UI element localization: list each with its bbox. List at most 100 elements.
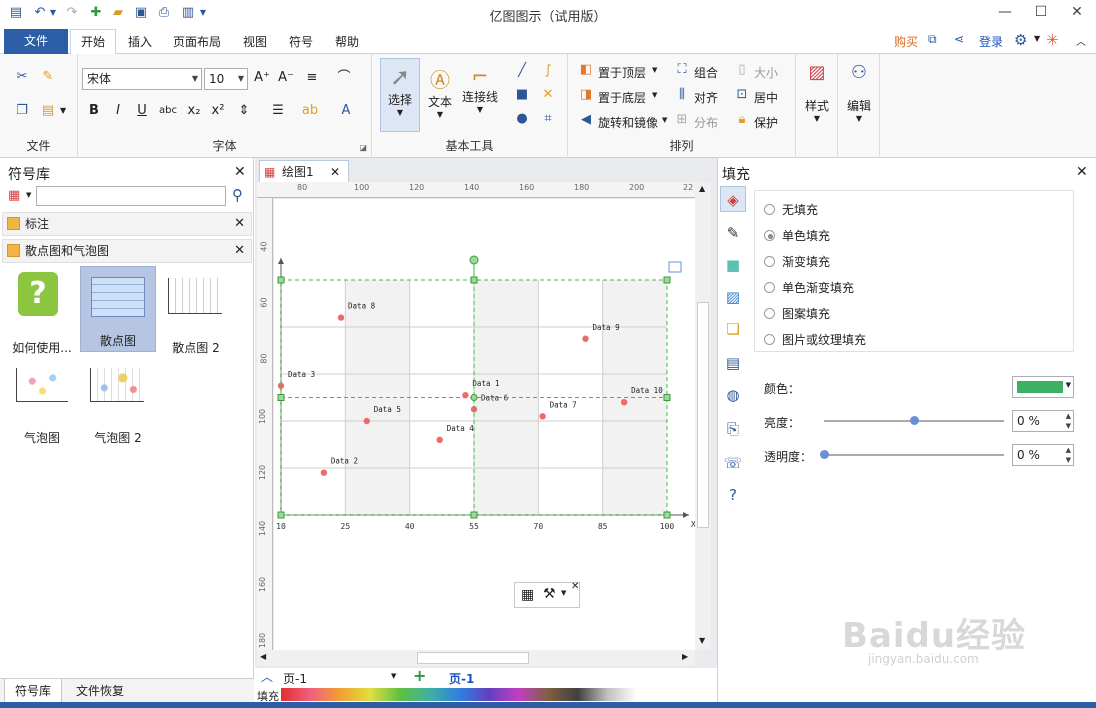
close-window-icon[interactable]: ✕ <box>1062 2 1092 22</box>
tab-file[interactable]: 文件 <box>4 29 68 54</box>
fill-tool-icon[interactable]: ◈ <box>720 186 746 212</box>
bold-icon[interactable]: B <box>84 102 104 122</box>
search-icon[interactable]: ⚲ <box>232 186 243 204</box>
list-icon[interactable]: ▤ <box>720 350 746 376</box>
transparency-spin-icon[interactable]: ▲ ▼ <box>1066 445 1071 465</box>
subscript-icon[interactable]: x₂ <box>184 102 204 122</box>
settings-dropdown-icon[interactable]: ▼ <box>1034 34 1040 43</box>
current-page-tab[interactable]: 页-1 <box>449 670 474 687</box>
page-collapse-icon[interactable]: ︿ <box>261 668 273 685</box>
select-tool-button[interactable]: ➚ 选择 ▼ <box>380 58 420 132</box>
decrease-font-icon[interactable]: A⁻ <box>276 69 296 89</box>
color-picker[interactable]: ▼ <box>1012 376 1074 398</box>
login-link[interactable]: 登录 <box>979 33 1003 50</box>
fill-option-none[interactable]: 无填充 <box>764 200 818 220</box>
comment-icon[interactable]: ☏ <box>720 450 746 476</box>
crop-tool-icon[interactable]: ⌗ <box>538 110 558 130</box>
distribute-button[interactable]: 分布 <box>694 114 718 131</box>
font-dialog-launcher-icon[interactable]: ◪ <box>359 143 367 152</box>
style-button[interactable]: ▨ 样式 ▼ <box>798 62 836 123</box>
underline-icon[interactable]: U <box>132 102 152 122</box>
font-name-select[interactable]: 宋体 ▼ <box>82 68 202 90</box>
brightness-knob[interactable] <box>910 416 919 425</box>
tab-insert[interactable]: 插入 <box>120 32 160 54</box>
share-icon[interactable]: ⋖ <box>954 32 964 46</box>
bring-front-button[interactable]: 置于顶层 <box>598 64 646 81</box>
symbol-scatter[interactable]: 散点图 <box>80 266 156 352</box>
tools-icon[interactable]: ⚒ <box>543 586 556 602</box>
settings-gear-icon[interactable]: ⚙ <box>1014 31 1027 49</box>
scatter-chart[interactable]: X 10 25 40 55 70 85 100 Data 1Data 2Data 3Data… <box>274 199 695 650</box>
vertical-scrollbar[interactable]: ▲ ▼ <box>695 182 711 650</box>
italic-icon[interactable]: I <box>108 102 128 122</box>
text-tool-button[interactable]: Ⓐ 文本 ▼ <box>422 58 458 132</box>
globe-icon[interactable]: ◍ <box>720 382 746 408</box>
horizontal-scrollbar[interactable]: ◀ ▶ <box>257 650 695 666</box>
tab-help[interactable]: 帮助 <box>328 32 366 54</box>
scroll-up-icon[interactable]: ▲ <box>699 184 705 193</box>
transparency-knob[interactable] <box>820 450 829 459</box>
superscript-icon[interactable]: x² <box>208 102 228 122</box>
close-category-icon[interactable]: ✕ <box>234 213 245 235</box>
library-search-input[interactable] <box>36 186 226 206</box>
page-select-dd-icon[interactable]: ▼ <box>391 672 396 680</box>
align-button[interactable]: 对齐 <box>694 89 718 106</box>
fill-option-texture[interactable]: 图片或纹理填充 <box>764 330 866 350</box>
fill-option-gradient[interactable]: 渐变填充 <box>764 252 830 272</box>
attachment-icon[interactable]: ⎘ <box>720 416 746 442</box>
increase-font-icon[interactable]: A⁺ <box>252 69 272 89</box>
vertical-scroll-thumb[interactable] <box>697 302 709 528</box>
symbol-how-to-use[interactable]: ? 如何使用... <box>4 268 80 355</box>
tab-symbol[interactable]: 符号 <box>282 32 320 54</box>
center-button[interactable]: 居中 <box>754 89 778 106</box>
color-swatches[interactable] <box>281 688 637 701</box>
connector-tool-button[interactable]: ⌐ 连接线 ▼ <box>458 58 502 132</box>
category-annotation[interactable]: 标注 ✕ <box>2 212 252 236</box>
close-category-icon[interactable]: ✕ <box>234 240 245 262</box>
symbol-bubble[interactable]: 气泡图 <box>4 360 80 446</box>
brightness-slider[interactable] <box>824 416 1004 425</box>
scroll-down-icon[interactable]: ▼ <box>699 636 705 645</box>
send-back-button[interactable]: 置于底层 <box>598 89 646 106</box>
tab-view[interactable]: 视图 <box>236 32 274 54</box>
category-scatter-bubble[interactable]: 散点图和气泡图 ✕ <box>2 239 252 263</box>
image-icon[interactable]: ▨ <box>720 284 746 310</box>
edit-button[interactable]: ⚇ 编辑 ▼ <box>840 62 878 123</box>
cut-icon[interactable]: ✂ <box>12 68 32 88</box>
close-toolbar-icon[interactable]: ✕ <box>571 581 579 592</box>
help-icon[interactable]: ? <box>720 482 746 508</box>
add-page-icon[interactable]: + <box>413 666 426 685</box>
point-tool-icon[interactable]: ✕ <box>538 86 558 106</box>
close-document-icon[interactable]: ✕ <box>330 161 340 183</box>
transparency-slider[interactable] <box>820 450 1004 459</box>
theme-icon[interactable]: ✳ <box>1046 31 1059 49</box>
tab-home[interactable]: 开始 <box>70 29 116 55</box>
brightness-spin-icon[interactable]: ▲ ▼ <box>1066 411 1071 431</box>
font-color-icon[interactable]: A <box>336 102 356 122</box>
scroll-right-icon[interactable]: ▶ <box>682 652 688 661</box>
symbol-bubble-2[interactable]: 气泡图 2 <box>80 360 156 446</box>
table-icon[interactable]: ▦ <box>521 587 534 603</box>
protect-button[interactable]: 保护 <box>754 114 778 131</box>
group-button[interactable]: 组合 <box>694 64 718 81</box>
shadow-icon[interactable]: ■ <box>720 252 746 278</box>
close-library-icon[interactable]: ✕ <box>234 164 246 180</box>
strikethrough-icon[interactable]: abc <box>158 102 178 122</box>
library-menu-dd-icon[interactable]: ▼ <box>26 191 31 199</box>
size-button[interactable]: 大小 <box>754 64 778 81</box>
curve-tool-icon[interactable]: ∫ <box>538 62 558 82</box>
transparency-input[interactable]: 0 % ▲ ▼ <box>1012 444 1074 466</box>
highlight-icon[interactable]: ab <box>300 102 320 122</box>
document-tab[interactable]: ▦ 绘图1 ✕ <box>259 160 349 182</box>
library-menu-icon[interactable]: ▦ <box>8 188 20 203</box>
tab-page-layout[interactable]: 页面布局 <box>166 32 228 54</box>
share-window-icon[interactable]: ⧉ <box>928 32 937 47</box>
copy-icon[interactable]: ❐ <box>12 102 32 122</box>
tools-dd-icon[interactable]: ▼ <box>561 589 566 597</box>
minimize-icon[interactable]: — <box>990 2 1020 22</box>
line-style-icon[interactable]: ✎ <box>720 220 746 246</box>
line-spacing-icon[interactable]: ⇕ <box>234 102 254 122</box>
rectangle-tool-icon[interactable]: ■ <box>512 86 532 106</box>
collapse-ribbon-icon[interactable]: ︿ <box>1076 33 1086 48</box>
line-tool-icon[interactable]: ╱ <box>512 62 532 82</box>
